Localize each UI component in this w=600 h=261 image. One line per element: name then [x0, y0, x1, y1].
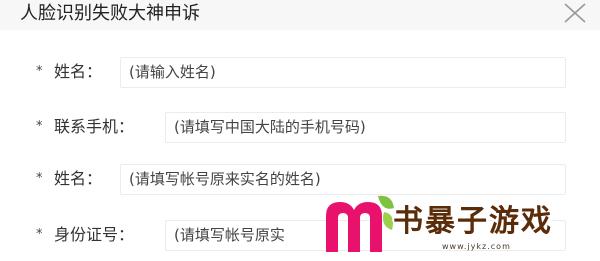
form-row-phone: * 联系手机： (请填写中国大陆的手机号码) [0, 111, 600, 143]
form-row-name: * 姓名： (请输入姓名) [0, 56, 600, 88]
id-number-label: 身份证号： [54, 225, 135, 244]
real-name-input-placeholder: (请填写帐号原来实名的姓名) [129, 170, 321, 188]
dialog-title-bar: 人脸识别失败大神申诉 [0, 0, 600, 30]
m-logo-icon [326, 195, 394, 252]
phone-input-placeholder: (请填写中国大陆的手机号码) [174, 118, 366, 136]
name-label: 姓名： [54, 62, 103, 81]
phone-label: 联系手机： [54, 117, 135, 136]
name-input-placeholder: (请输入姓名) [129, 63, 216, 81]
close-icon[interactable] [562, 2, 588, 24]
required-mark: * [36, 64, 43, 79]
watermark-url: www.jykz.com [442, 242, 511, 251]
required-mark: * [36, 227, 43, 242]
phone-input[interactable]: (请填写中国大陆的手机号码) [165, 112, 566, 143]
id-number-input-placeholder: (请填写帐号原实 [174, 226, 285, 244]
required-mark: * [36, 119, 43, 134]
watermark-brand-text: 书暴子游戏 [393, 204, 553, 239]
name-input[interactable]: (请输入姓名) [120, 57, 566, 88]
site-watermark: 书暴子游戏 www.jykz.com [322, 190, 600, 261]
dialog-title: 人脸识别失败大神申诉 [20, 3, 200, 24]
real-name-label: 姓名： [54, 169, 103, 188]
required-mark: * [36, 171, 43, 186]
